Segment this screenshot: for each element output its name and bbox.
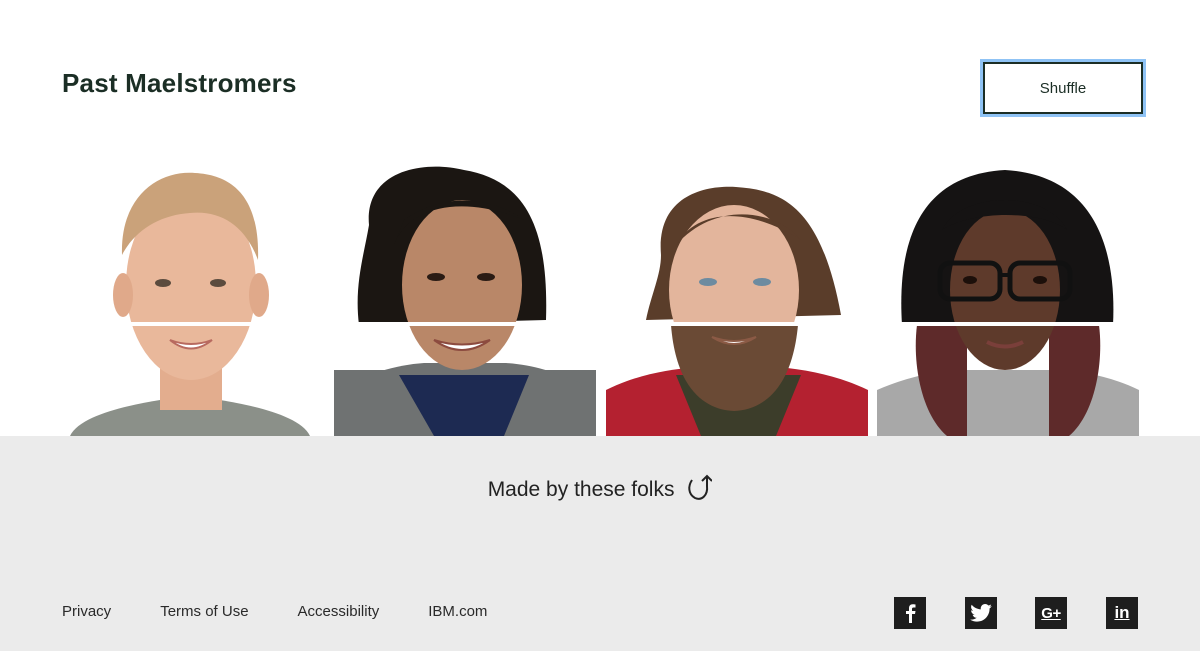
face-portrait-image bbox=[334, 166, 596, 436]
curved-arrow-icon bbox=[686, 474, 714, 508]
faces-row bbox=[0, 165, 1200, 436]
link-terms-of-use[interactable]: Terms of Use bbox=[160, 603, 248, 620]
footer-section: Made by these folks Privacy Terms of Use… bbox=[0, 436, 1200, 651]
header-section: Past Maelstromers Shuffle bbox=[0, 0, 1200, 436]
face-card[interactable] bbox=[877, 165, 1139, 436]
facebook-icon[interactable] bbox=[894, 597, 926, 629]
page-title: Past Maelstromers bbox=[62, 68, 297, 98]
made-by-line[interactable]: Made by these folks bbox=[0, 474, 1200, 508]
linkedin-glyph: in bbox=[1114, 603, 1130, 622]
made-by-label: Made by these folks bbox=[487, 478, 675, 501]
shuffle-button[interactable]: Shuffle bbox=[980, 59, 1146, 117]
google-plus-icon[interactable]: G+ bbox=[1035, 597, 1067, 629]
face-card[interactable] bbox=[606, 165, 868, 436]
face-card[interactable] bbox=[334, 165, 596, 436]
linkedin-icon[interactable]: in bbox=[1106, 597, 1138, 629]
face-card[interactable] bbox=[60, 165, 322, 436]
footer-links: Privacy Terms of Use Accessibility IBM.c… bbox=[62, 603, 536, 620]
google-plus-glyph: G+ bbox=[1041, 604, 1061, 622]
link-accessibility[interactable]: Accessibility bbox=[298, 603, 380, 620]
face-portrait-image bbox=[877, 170, 1139, 436]
twitter-icon[interactable] bbox=[965, 597, 997, 629]
face-portrait-image bbox=[606, 186, 868, 436]
link-privacy[interactable]: Privacy bbox=[62, 603, 111, 620]
link-ibm-com[interactable]: IBM.com bbox=[428, 603, 487, 620]
face-portrait-image bbox=[60, 172, 322, 436]
